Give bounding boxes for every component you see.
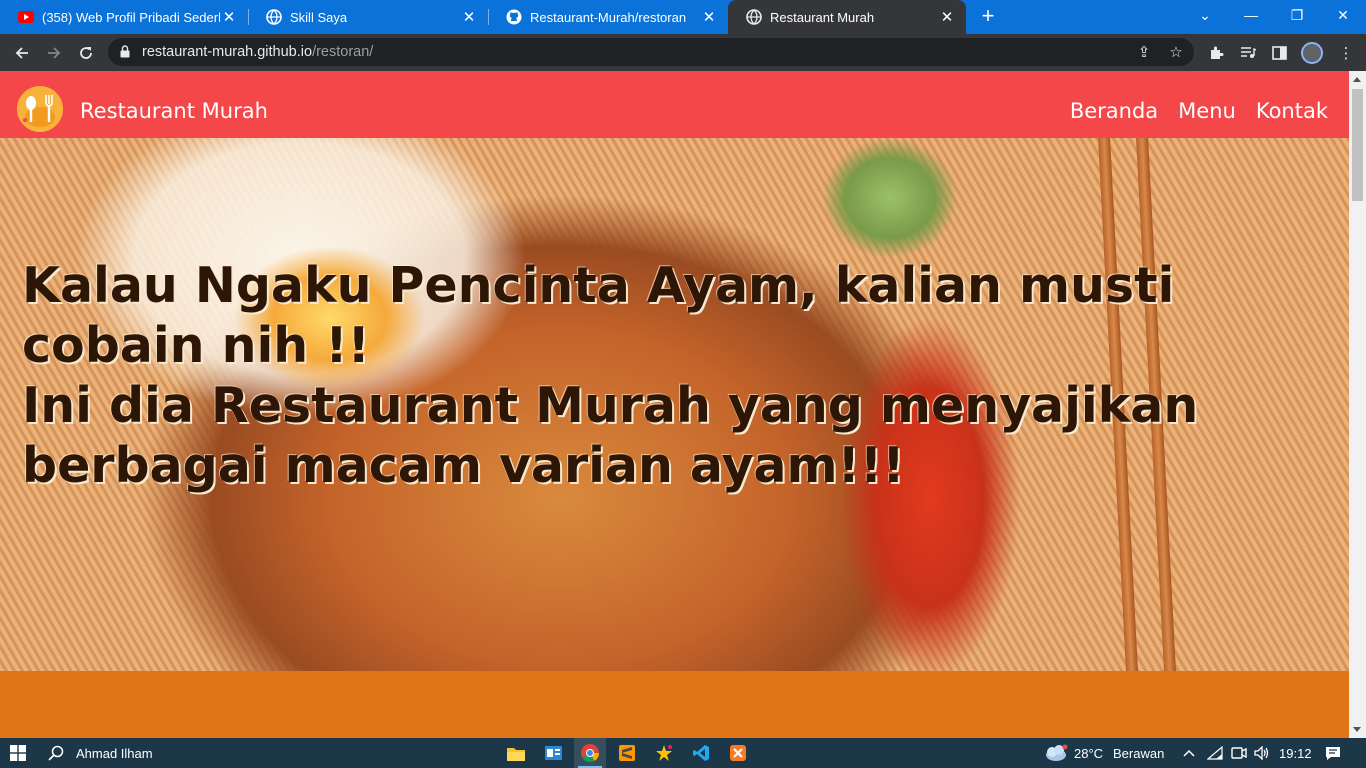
reload-icon[interactable] [72,39,100,67]
side-panel-icon[interactable] [1269,43,1289,63]
search-box-text[interactable]: Ahmad Ilham [76,738,153,768]
extensions-icon[interactable] [1206,43,1226,63]
tab-title: (358) Web Profil Pribadi Sederhana [42,9,220,25]
bookmark-star-icon[interactable]: ☆ [1166,43,1186,61]
close-tab-icon[interactable]: ✕ [938,8,956,26]
globe-icon [266,9,282,25]
tab-github-repo[interactable]: Restaurant-Murah/restoran ✕ [488,0,728,34]
url-text: restaurant-murah.github.io/restoran/ [142,44,373,60]
nav-menu[interactable]: Menu [1178,99,1236,123]
url-host: restaurant-murah.github.io [142,44,313,60]
tab-restaurant-murah[interactable]: Restaurant Murah ✕ [728,0,966,34]
volume-icon[interactable] [1252,738,1272,768]
hero-line-2: Ini dia Restaurant Murah yang menyajikan… [22,377,1199,494]
chevron-up-icon[interactable] [1180,738,1198,768]
page-viewport: Restaurant Murah Beranda Menu Kontak Kal… [0,71,1349,738]
kebab-menu-icon[interactable]: ⋮ [1336,43,1356,63]
hero-headline: Kalau Ngaku Pencinta Ayam, kalian musti … [22,256,1282,496]
notification-icon[interactable] [1322,738,1344,768]
media-control-icon[interactable] [1238,43,1258,63]
search-icon[interactable] [44,738,68,768]
tab-title: Restaurant Murah [770,9,875,25]
hero-line-1: Kalau Ngaku Pencinta Ayam, kalian musti … [22,257,1175,374]
system-clock[interactable]: 19:12 [1279,738,1312,768]
tab-skill-saya[interactable]: Skill Saya ✕ [248,0,488,34]
nav-kontak[interactable]: Kontak [1256,99,1328,123]
address-bar[interactable]: restaurant-murah.github.io/restoran/ ⇪ ☆ [108,38,1194,66]
scrollbar-thumb[interactable] [1352,89,1363,201]
xampp-icon[interactable] [722,738,754,768]
tab-youtube[interactable]: (358) Web Profil Pribadi Sederhana ✕ [0,0,248,34]
forward-icon[interactable] [40,39,68,67]
youtube-icon [18,9,34,25]
share-icon[interactable]: ⇪ [1134,43,1154,61]
nav-beranda[interactable]: Beranda [1070,99,1158,123]
restaurant-logo[interactable] [17,86,63,132]
browser-tab-strip: (358) Web Profil Pribadi Sederhana ✕ Ski… [0,0,1366,34]
windows-start-icon[interactable] [0,738,36,768]
url-path: /restoran/ [312,44,374,60]
close-tab-icon[interactable]: ✕ [460,8,478,26]
file-explorer-icon[interactable] [500,738,532,768]
sublime-icon[interactable] [611,738,643,768]
chrome-icon[interactable] [574,738,606,768]
browser-toolbar: restaurant-murah.github.io/restoran/ ⇪ ☆… [0,34,1366,71]
site-navbar: Restaurant Murah Beranda Menu Kontak [0,71,1349,138]
tab-search-icon[interactable]: ⌄ [1182,0,1228,30]
site-brand-name[interactable]: Restaurant Murah [80,99,268,123]
wifi-icon[interactable] [1205,738,1225,768]
profile-avatar[interactable] [1301,42,1323,64]
minimize-icon[interactable]: — [1228,0,1274,30]
close-tab-icon[interactable]: ✕ [700,8,718,26]
tab-title: Restaurant-Murah/restoran [530,9,687,25]
close-window-icon[interactable]: ✕ [1320,0,1366,30]
tab-title: Skill Saya [290,9,348,25]
scroll-up-icon[interactable] [1353,77,1361,82]
windows-taskbar: Ahmad Ilham 28°C Berawan 19:12 [0,738,1366,768]
news-icon[interactable] [537,738,569,768]
weather-description[interactable]: Berawan [1113,738,1164,768]
restore-icon[interactable]: ❐ [1274,0,1320,30]
close-tab-icon[interactable]: ✕ [220,8,238,26]
new-tab-button[interactable]: + [976,5,1000,29]
back-icon[interactable] [8,39,36,67]
page-scrollbar[interactable] [1349,71,1366,738]
scroll-down-icon[interactable] [1353,727,1361,732]
hero-banner: Kalau Ngaku Pencinta Ayam, kalian musti … [0,138,1349,671]
content-section [0,671,1349,738]
site-menu: Beranda Menu Kontak [1070,99,1328,123]
star-app-icon[interactable] [648,738,680,768]
github-icon [506,9,522,25]
lock-icon[interactable] [120,45,130,58]
weather-temperature[interactable]: 28°C [1074,738,1103,768]
meet-now-icon[interactable] [1229,738,1249,768]
weather-cloud-icon[interactable] [1040,738,1070,768]
vscode-icon[interactable] [685,738,717,768]
globe-icon [746,9,762,25]
